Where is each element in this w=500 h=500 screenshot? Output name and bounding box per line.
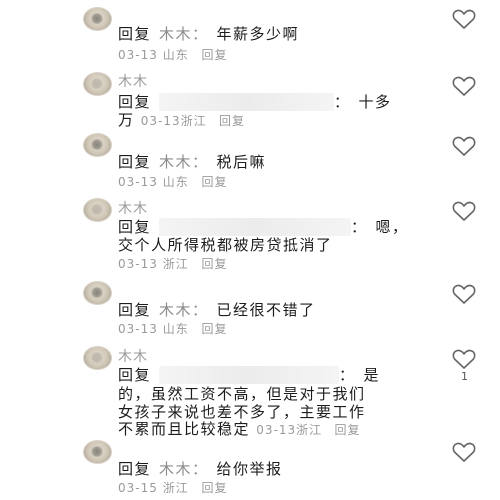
reply-body: 给你举报	[216, 460, 283, 478]
reply-date: 03-13	[118, 175, 158, 189]
reply-mention[interactable]: ：	[351, 218, 368, 236]
reply-text-line: 不累而且比较稳定 03-13浙江 回复	[118, 418, 360, 439]
heart-outline-icon[interactable]	[452, 8, 476, 30]
reply-date: 03-13	[118, 322, 158, 336]
reply-text-line: 万 03-13浙江 回复	[118, 109, 245, 130]
reply-text: 回复 ​： 是	[118, 364, 380, 385]
reply-mention[interactable]: 木木：	[159, 460, 209, 478]
reply-mention[interactable]: 木木：	[159, 25, 209, 43]
heart-outline-icon[interactable]	[452, 441, 476, 463]
avatar[interactable]	[83, 198, 112, 222]
reply-meta: 03-13 山东 回复	[118, 173, 228, 190]
reply-text: 回复 木木： 税后嘛	[118, 151, 266, 172]
reply-action[interactable]: 回复	[202, 48, 228, 62]
reply-mention[interactable]: 木木：	[159, 301, 209, 319]
reply-date: 03-13	[118, 257, 158, 271]
reply-meta: 03-13 山东 回复	[118, 46, 228, 63]
avatar[interactable]	[83, 133, 112, 157]
reply-text: 回复 木木： 给你举报	[118, 458, 283, 479]
reply-body: 已经很不错了	[216, 301, 316, 319]
reply-text: 回复 木木： 年薪多少啊	[118, 23, 299, 44]
avatar[interactable]	[83, 72, 112, 96]
reply-date: 03-15	[118, 481, 158, 495]
heart-outline-icon[interactable]	[452, 283, 476, 305]
reply-prefix: 回复	[118, 460, 152, 478]
reply-meta: 03-13 山东 回复	[118, 320, 228, 337]
reply-action[interactable]: 回复	[202, 322, 228, 336]
avatar[interactable]	[83, 440, 112, 464]
reply-meta: 03-13 浙江 回复	[118, 255, 228, 272]
reply-mention[interactable]: 木木：	[159, 153, 209, 171]
reply-location: 浙江	[162, 481, 189, 495]
reply-text: 回复 木木： 已经很不错了	[118, 299, 316, 320]
reply-location: 浙江	[162, 257, 189, 271]
reply-body: 是	[363, 366, 381, 384]
reply-body: 交个人所得税都被房贷抵消了	[118, 236, 333, 254]
reply-mention[interactable]: ：	[334, 93, 351, 111]
reply-author[interactable]: 木木	[118, 198, 148, 218]
reply-date: 03-13	[140, 114, 181, 128]
reply-prefix: 回复	[118, 366, 152, 384]
reply-mention[interactable]: ：	[339, 366, 356, 384]
redacted-username: ​	[159, 366, 340, 384]
reply-body: 万	[118, 111, 135, 129]
heart-outline-icon[interactable]	[452, 75, 476, 97]
reply-action[interactable]: 回复	[219, 114, 245, 128]
reply-prefix: 回复	[118, 25, 152, 43]
reply-location: 山东	[162, 175, 189, 189]
reply-action[interactable]: 回复	[334, 423, 360, 437]
reply-date: 03-13	[256, 423, 297, 437]
heart-outline-icon[interactable]	[452, 200, 476, 222]
heart-outline-icon[interactable]	[452, 135, 476, 157]
reply-text-line: 交个人所得税都被房贷抵消了	[118, 234, 333, 255]
reply-body: 税后嘛	[216, 153, 267, 171]
reply-meta: 03-15 浙江 回复	[118, 479, 228, 496]
heart-outline-icon[interactable]	[452, 348, 476, 370]
reply-location: 山东	[162, 48, 189, 62]
reply-author[interactable]: 木木	[118, 71, 148, 91]
reply-body: 嗯，	[375, 218, 409, 236]
reply-location: 浙江	[180, 114, 207, 128]
reply-body: 不累而且比较稳定	[118, 420, 251, 438]
avatar[interactable]	[83, 7, 112, 31]
reply-body: 年薪多少啊	[216, 25, 300, 43]
reply-prefix: 回复	[118, 153, 152, 171]
avatar[interactable]	[83, 346, 112, 370]
reply-action[interactable]: 回复	[202, 481, 228, 495]
reply-location: 山东	[162, 322, 189, 336]
reply-action[interactable]: 回复	[202, 257, 228, 271]
reply-date: 03-13	[118, 48, 158, 62]
reply-author[interactable]: 木木	[118, 346, 148, 366]
reply-body: 十多	[358, 93, 392, 111]
reply-prefix: 回复	[118, 301, 152, 319]
reply-action[interactable]: 回复	[202, 175, 228, 189]
like-count: 1	[461, 370, 468, 383]
avatar[interactable]	[83, 281, 112, 305]
reply-location: 浙江	[296, 423, 323, 437]
